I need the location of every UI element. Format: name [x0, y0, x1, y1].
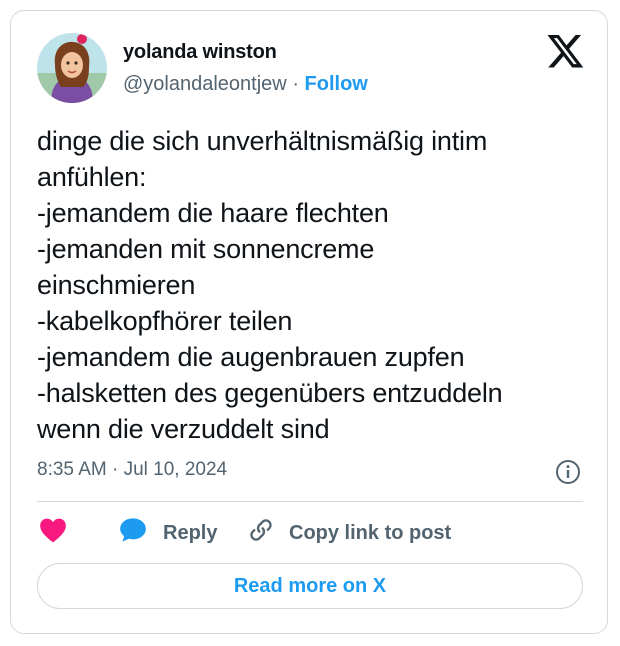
author-name[interactable]: yolanda winston: [123, 41, 277, 64]
author-handle[interactable]: @yolandaleontjew: [123, 73, 287, 95]
heart-icon: [39, 517, 67, 549]
speech-bubble-icon: [119, 517, 147, 549]
info-icon[interactable]: [555, 459, 581, 485]
follow-button[interactable]: Follow: [305, 73, 368, 95]
copy-link-button[interactable]: Copy link to post: [247, 517, 451, 549]
author-handle-row: @yolandaleontjew · Follow: [123, 73, 368, 96]
read-more-button[interactable]: Read more on X: [37, 563, 583, 609]
reply-button[interactable]: Reply: [119, 517, 217, 549]
post-timestamp[interactable]: 8:35 AM · Jul 10, 2024: [37, 459, 227, 481]
avatar[interactable]: [37, 33, 107, 103]
separator-dot: ·: [292, 73, 299, 95]
x-logo[interactable]: [547, 35, 585, 69]
embedded-post-card: yolanda winston @yolandaleontjew · Follo…: [10, 10, 608, 634]
copy-link-label: Copy link to post: [289, 521, 452, 544]
post-text: dinge die sich unverhältnismäßig intim a…: [37, 126, 503, 444]
like-button[interactable]: [39, 517, 73, 549]
link-icon: [247, 516, 275, 550]
reply-label: Reply: [163, 521, 218, 544]
divider: [37, 501, 583, 502]
